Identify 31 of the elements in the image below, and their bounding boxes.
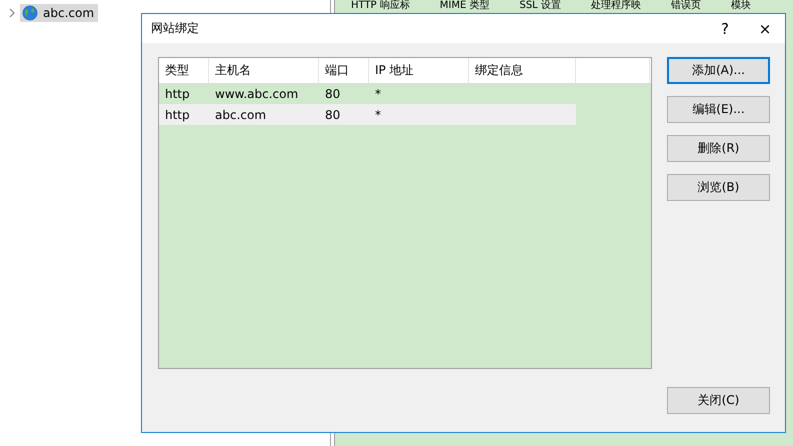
globe-icon	[22, 5, 38, 21]
feature-label: 错误页	[670, 0, 701, 12]
column-header[interactable]: 端口	[319, 58, 369, 83]
table-cell-text: http	[164, 108, 191, 122]
column-header[interactable]: 绑定信息	[469, 58, 576, 83]
table-cell-text: 80	[324, 108, 342, 122]
column-header[interactable]: 类型	[159, 58, 209, 83]
table-cell-text: *	[374, 108, 382, 122]
binding-row[interactable]: http www.abc.com 80 *	[159, 83, 576, 104]
chevron-icon[interactable]	[8, 8, 16, 18]
dialog-button[interactable]: 删除(R)	[667, 135, 770, 162]
feature-label: SSL 设置	[519, 0, 561, 12]
table-cell-text: abc.com	[214, 108, 268, 122]
feature-label: MIME 类型	[440, 0, 490, 12]
close-dialog-button[interactable]: 关闭(C)	[667, 387, 770, 414]
site-name: abc.com	[43, 6, 94, 20]
close-button[interactable]: ×	[745, 14, 785, 43]
binding-row[interactable]: http abc.com 80 *	[159, 104, 576, 125]
dialog-button[interactable]: 添加(A)...	[667, 57, 770, 84]
help-button[interactable]: ?	[705, 14, 745, 43]
dialog-button[interactable]: 浏览(B)	[667, 174, 770, 201]
tree-item[interactable]: abc.com	[20, 4, 98, 22]
table-cell-text: *	[374, 86, 382, 100]
table-cell-text: 80	[324, 86, 342, 100]
column-header[interactable]: 主机名	[209, 58, 319, 83]
dialog-title: 网站绑定	[151, 20, 200, 37]
table-cell-text: http	[164, 86, 191, 100]
feature-label: 模块	[730, 0, 751, 12]
table-cell-text: www.abc.com	[214, 86, 300, 100]
dialog-button[interactable]: 编辑(E)...	[667, 96, 770, 123]
column-header[interactable]: IP 地址	[369, 58, 469, 83]
